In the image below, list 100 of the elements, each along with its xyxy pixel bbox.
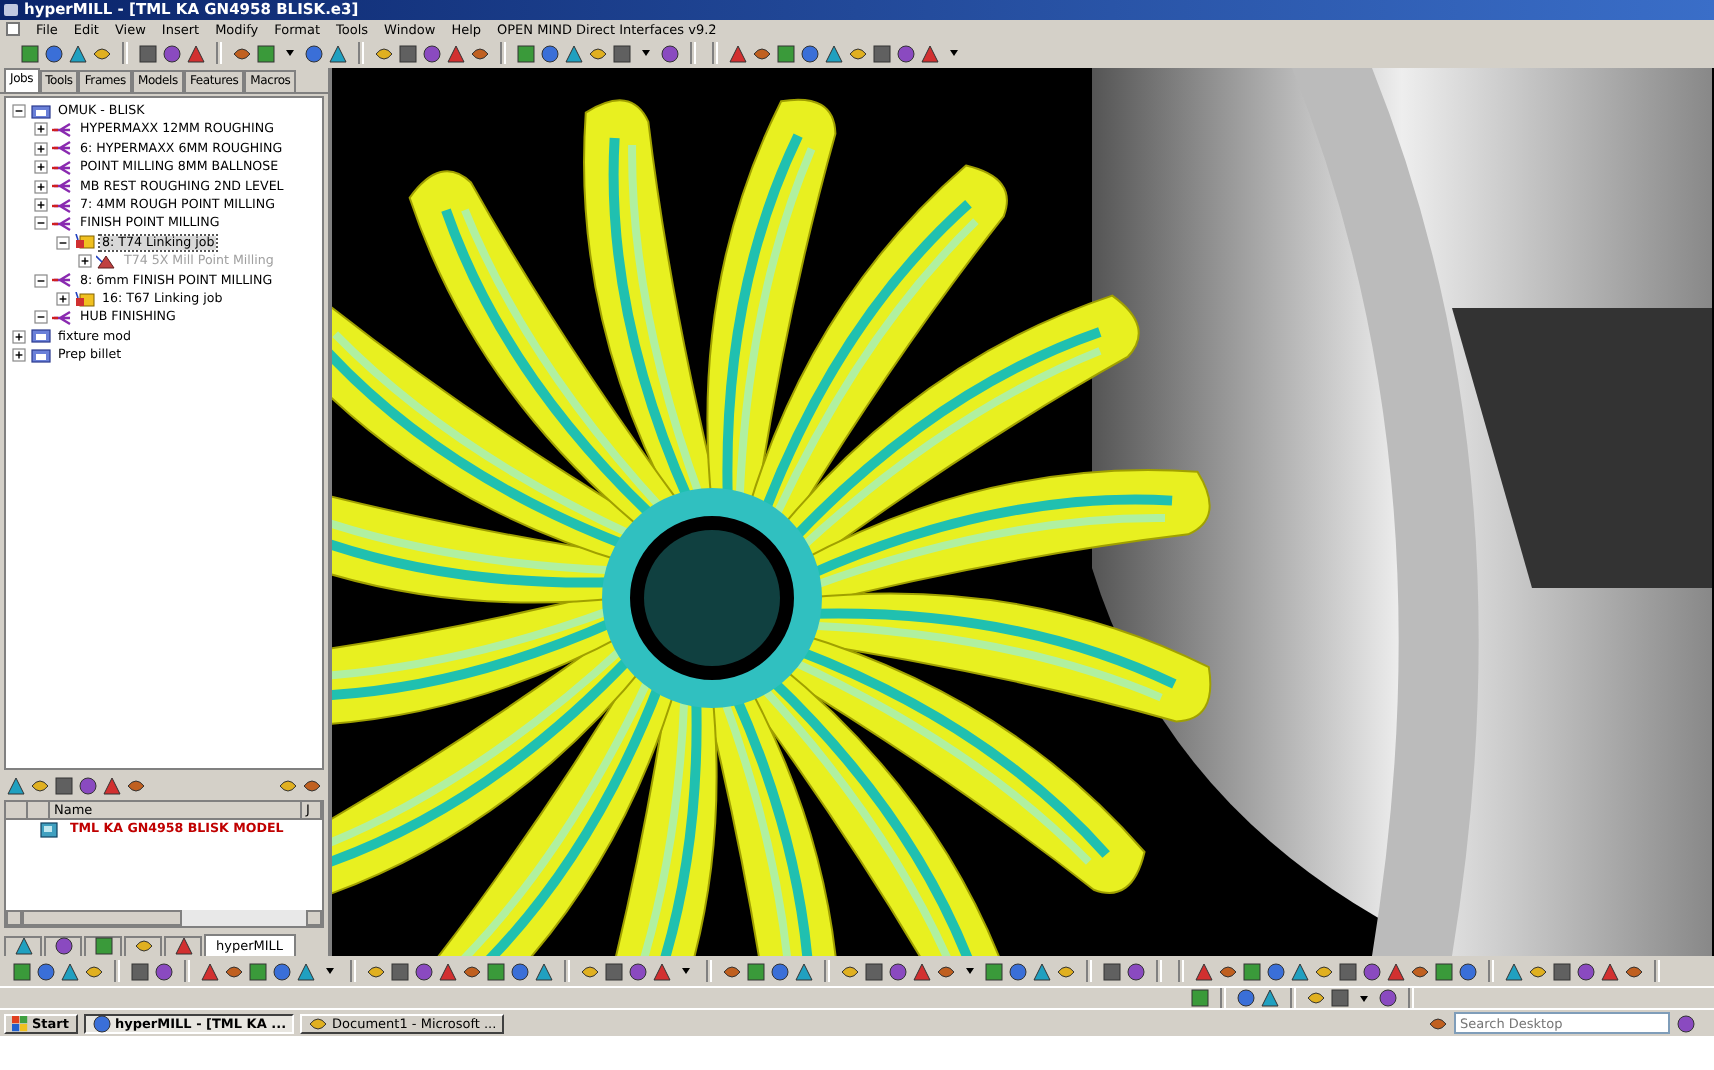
caret-icon[interactable] <box>326 968 334 975</box>
collapse-icon[interactable] <box>12 104 26 119</box>
toolbar-icon[interactable] <box>1378 988 1398 1009</box>
toolbar-icon[interactable] <box>1504 961 1524 982</box>
expand-icon[interactable] <box>34 122 48 137</box>
toolbar-icon[interactable] <box>224 961 244 982</box>
toolbar-icon[interactable] <box>162 43 182 64</box>
toolbar-icon[interactable] <box>872 43 892 64</box>
toolbar-icon[interactable] <box>896 43 916 64</box>
expand-icon[interactable] <box>34 179 48 194</box>
toolbar-icon[interactable] <box>462 961 482 982</box>
expand-icon[interactable] <box>56 292 70 306</box>
toolbar-icon[interactable] <box>1676 1013 1696 1034</box>
toolbar-icon[interactable] <box>84 961 104 982</box>
collapse-icon[interactable] <box>34 310 48 325</box>
toolbar-icon[interactable] <box>1338 961 1358 982</box>
caret-icon[interactable] <box>1360 995 1368 1002</box>
toolbar-icon[interactable] <box>200 961 220 982</box>
toolbar-icon[interactable] <box>1008 961 1028 982</box>
toolbar-icon[interactable] <box>1624 961 1644 982</box>
collapse-icon[interactable] <box>34 273 48 288</box>
toolbar-icon[interactable] <box>840 961 860 982</box>
toolbar-icon[interactable] <box>446 43 466 64</box>
toolbar-icon[interactable] <box>848 43 868 64</box>
toolbar-icon[interactable] <box>13 936 33 957</box>
toolbar-icon[interactable] <box>770 961 790 982</box>
panel-tab[interactable] <box>44 935 82 956</box>
toolbar-icon[interactable] <box>272 961 292 982</box>
toolbar-icon[interactable] <box>564 43 584 64</box>
toolbar-icon[interactable] <box>133 936 153 957</box>
toolbar-icon[interactable] <box>1194 961 1214 982</box>
toolbar-icon[interactable] <box>91 1013 111 1034</box>
horizontal-scrollbar[interactable] <box>6 909 322 926</box>
toolbar-icon[interactable] <box>1314 961 1334 982</box>
toolbar-icon[interactable] <box>540 43 560 64</box>
toolbar-icon[interactable] <box>1576 961 1596 982</box>
toolbar-icon[interactable] <box>304 43 324 64</box>
toolbar-icon[interactable] <box>44 43 64 64</box>
panel-tab[interactable] <box>84 935 122 956</box>
toolbar-icon[interactable] <box>60 961 80 982</box>
toolbar-icon[interactable] <box>1330 988 1350 1009</box>
toolbar-icon[interactable] <box>1266 961 1286 982</box>
toolbar-icon[interactable] <box>728 43 748 64</box>
toolbar-icon[interactable] <box>1236 988 1256 1009</box>
toolbar-icon[interactable] <box>628 961 648 982</box>
toolbar-icon[interactable] <box>1032 961 1052 982</box>
toolbar-icon[interactable] <box>580 961 600 982</box>
toolbar-icon[interactable] <box>510 961 530 982</box>
toolbar-icon[interactable] <box>36 961 56 982</box>
toolbar-icon[interactable] <box>54 775 74 796</box>
toolbar-icon[interactable] <box>1260 988 1280 1009</box>
toolbar-icon[interactable] <box>1386 961 1406 982</box>
toolbar-icon[interactable] <box>138 43 158 64</box>
toolbar-icon[interactable] <box>30 775 50 796</box>
toolbar-icon[interactable] <box>366 961 386 982</box>
toolbar-icon[interactable] <box>864 961 884 982</box>
toolbar-icon[interactable] <box>752 43 772 64</box>
caret-icon[interactable] <box>966 968 974 975</box>
toolbar-icon[interactable] <box>912 961 932 982</box>
caret-icon[interactable] <box>682 968 690 975</box>
toolbar-icon[interactable] <box>1552 961 1572 982</box>
collapse-icon[interactable] <box>56 235 70 250</box>
toolbar-icon[interactable] <box>1126 961 1146 982</box>
toolbar-icon[interactable] <box>936 961 956 982</box>
toolbar-icon[interactable] <box>588 43 608 64</box>
toolbar-icon[interactable] <box>390 961 410 982</box>
toolbar-icon[interactable] <box>824 43 844 64</box>
expand-icon[interactable] <box>12 348 26 363</box>
toolbar-icon[interactable] <box>154 961 174 982</box>
toolbar-icon[interactable] <box>1600 961 1620 982</box>
toolbar-icon[interactable] <box>1528 961 1548 982</box>
expand-icon[interactable] <box>34 160 48 175</box>
toolbar-icon[interactable] <box>278 775 298 796</box>
toolbar-icon[interactable] <box>78 775 98 796</box>
toolbar-icon[interactable] <box>308 1013 329 1034</box>
toolbar-icon[interactable] <box>102 775 122 796</box>
toolbar-icon[interactable] <box>1290 961 1310 982</box>
caret-icon[interactable] <box>950 50 958 57</box>
toolbar-icon[interactable] <box>1218 961 1238 982</box>
caret-icon[interactable] <box>286 50 294 57</box>
toolbar-icon[interactable] <box>53 936 73 957</box>
toolbar-icon[interactable] <box>1056 961 1076 982</box>
toolbar-icon[interactable] <box>1362 961 1382 982</box>
toolbar-icon[interactable] <box>800 43 820 64</box>
toolbar-icon[interactable] <box>302 775 322 796</box>
toolbar-icon[interactable] <box>6 775 26 796</box>
toolbar-icon[interactable] <box>604 961 624 982</box>
expand-icon[interactable] <box>34 141 48 156</box>
toolbar-icon[interactable] <box>470 43 490 64</box>
toolbar-icon[interactable] <box>68 43 88 64</box>
toolbar-icon[interactable] <box>1458 961 1478 982</box>
toolbar-icon[interactable] <box>232 43 252 64</box>
collapse-icon[interactable] <box>34 216 48 231</box>
caret-icon[interactable] <box>642 50 650 57</box>
toolbar-icon[interactable] <box>296 961 316 982</box>
toolbar-icon[interactable] <box>794 961 814 982</box>
toolbar-icon[interactable] <box>1410 961 1430 982</box>
toolbar-icon[interactable] <box>888 961 908 982</box>
toolbar-icon[interactable] <box>438 961 458 982</box>
toolbar-icon[interactable] <box>328 43 348 64</box>
